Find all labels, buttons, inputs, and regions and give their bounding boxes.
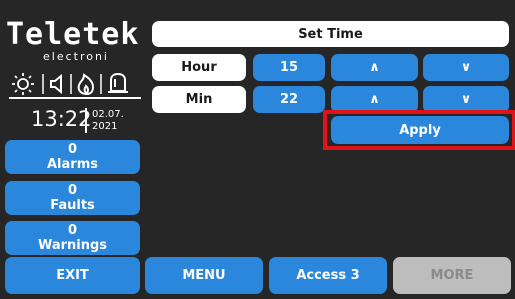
- access-level-button[interactable]: Access 3: [269, 257, 387, 294]
- hour-value: 15: [253, 54, 325, 81]
- hour-up-button[interactable]: ∧: [331, 54, 418, 81]
- faults-count: 0: [67, 183, 78, 198]
- apply-button[interactable]: Apply: [331, 116, 509, 144]
- faults-button[interactable]: 0 Faults: [5, 181, 140, 215]
- warnings-button[interactable]: 0 Warnings: [5, 221, 140, 255]
- min-down-button[interactable]: ∨: [423, 86, 509, 113]
- menu-button[interactable]: MENU: [145, 257, 263, 294]
- hour-label: Hour: [152, 54, 246, 81]
- brightness-icon: [12, 73, 34, 95]
- volume-icon: [50, 73, 62, 95]
- status-icon-bar: [7, 70, 143, 96]
- min-label: Min: [152, 86, 246, 113]
- set-time-title: Set Time: [152, 21, 509, 47]
- hour-down-button[interactable]: ∨: [423, 54, 509, 81]
- alarms-count: 0: [67, 142, 78, 157]
- device-screen: Teletek electroni 13:22 02.07. 2021 0 Al…: [0, 0, 515, 299]
- warnings-label: Warnings: [37, 238, 108, 253]
- brand-logo: Teletek: [6, 17, 140, 52]
- more-button[interactable]: MORE: [393, 257, 511, 294]
- brand-subtitle: electroni: [43, 50, 109, 63]
- fire-icon: [77, 73, 95, 96]
- bell-icon: [108, 72, 128, 93]
- exit-button[interactable]: EXIT: [5, 257, 140, 294]
- min-value: 22: [253, 86, 325, 113]
- clock-time: 13:22: [31, 107, 92, 131]
- faults-label: Faults: [50, 198, 95, 213]
- alarms-label: Alarms: [47, 157, 98, 172]
- clock-date-year: 2021: [92, 121, 118, 132]
- status-divider: [9, 97, 141, 99]
- warnings-count: 0: [67, 223, 78, 238]
- clock-divider: [85, 108, 87, 133]
- min-up-button[interactable]: ∧: [331, 86, 418, 113]
- alarms-button[interactable]: 0 Alarms: [5, 140, 140, 174]
- clock-date-day: 02.07.: [92, 109, 124, 120]
